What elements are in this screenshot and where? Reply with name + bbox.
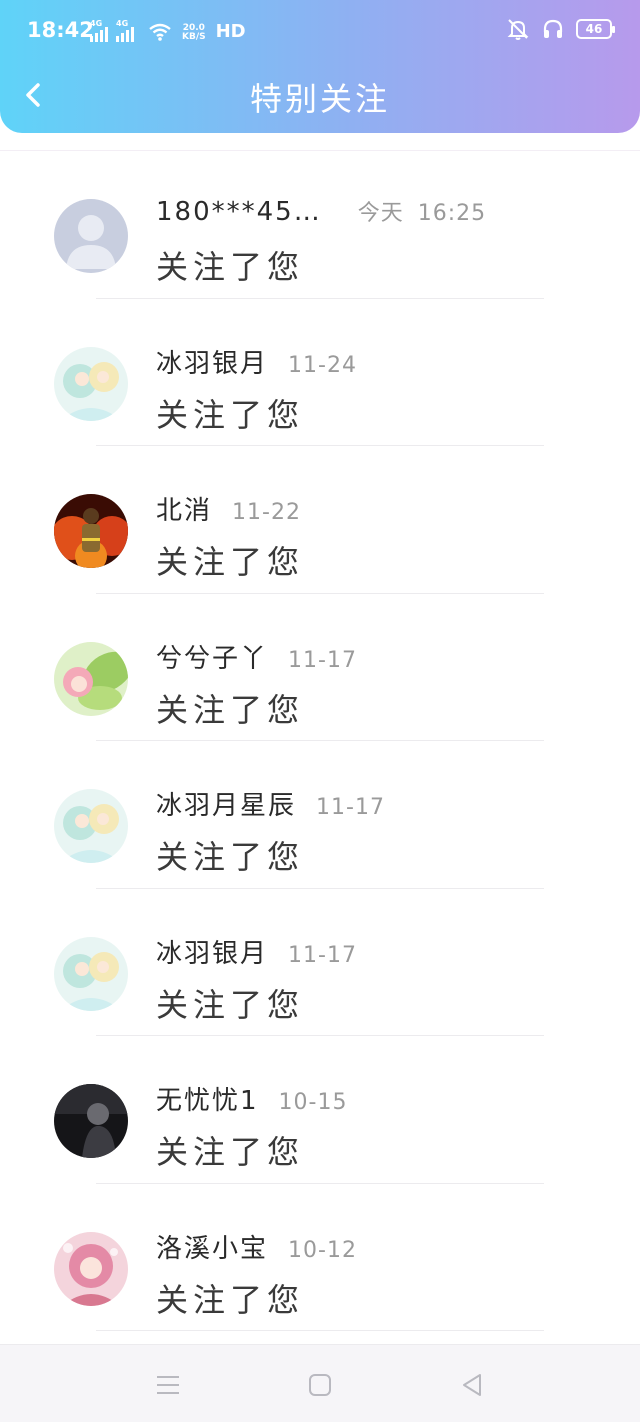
user-name[interactable]: 北消 (156, 490, 212, 527)
user-name[interactable]: 洛溪小宝 (156, 1228, 268, 1265)
name-line: 无忧忧1 10-15 (156, 1080, 347, 1117)
name-line: 兮兮子丫 11-17 (156, 638, 357, 675)
notification-action: 关注了您 (156, 985, 305, 1024)
user-name[interactable]: 无忧忧1 (156, 1080, 259, 1117)
network-status: 4G 4G 20.0 KB/S HD (90, 19, 246, 42)
header-bar: 18:42 4G 4G 20.0 KB/S HD 46 特别关注 (0, 0, 640, 133)
notification-action: 关注了您 (156, 248, 305, 286)
notification-date: 11-24 (288, 352, 357, 378)
page-title: 特别关注 (249, 80, 390, 118)
status-time: 18:42 (27, 18, 94, 42)
signal-icon: 4G (90, 19, 108, 42)
name-line: 北消 11-22 (156, 490, 301, 527)
status-bar: 18:42 4G 4G 20.0 KB/S HD 46 (0, 0, 640, 64)
notification-action: 关注了您 (156, 838, 305, 876)
user-name[interactable]: 冰羽银月 (156, 343, 268, 380)
headphones-icon (543, 19, 563, 38)
notification-date: 11-17 (288, 647, 357, 673)
name-line: 180***45… 今天 16:25 (156, 195, 486, 227)
notification-date: 10-12 (288, 1237, 357, 1263)
avatar[interactable] (54, 1084, 128, 1158)
notification-date: 11-17 (316, 795, 385, 820)
notification-action: 关注了您 (156, 543, 305, 581)
notification-action: 关注了您 (156, 395, 305, 434)
signal-icon: 4G (116, 19, 134, 42)
hd-label: HD (215, 21, 246, 42)
notification-row[interactable]: 180***45… 今天 16:25 关注了您 (0, 151, 640, 299)
row-divider (96, 1330, 544, 1331)
name-line: 洛溪小宝 10-12 (156, 1228, 357, 1265)
notification-action: 关注了您 (156, 1133, 305, 1171)
avatar[interactable] (54, 789, 128, 863)
menu-icon[interactable] (154, 1371, 182, 1399)
name-line: 冰羽银月 11-17 (156, 933, 357, 970)
user-name[interactable]: 兮兮子丫 (156, 638, 268, 675)
network-type-2: 4G (116, 19, 129, 28)
avatar[interactable] (54, 1231, 128, 1306)
notification-date: 10-15 (278, 1090, 348, 1115)
notification-row[interactable]: 洛溪小宝 10-12 关注了您 (0, 1184, 640, 1331)
avatar[interactable] (54, 346, 128, 421)
user-name[interactable]: 冰羽月星辰 (156, 785, 296, 822)
notification-row[interactable]: 冰羽银月 11-17 关注了您 (0, 889, 640, 1036)
notification-list: 180***45… 今天 16:25 关注了您 冰羽银月 11-24 关注了您 北消 11-22… (0, 150, 640, 1331)
notification-row[interactable]: 冰羽月星辰 11-17 关注了您 (0, 741, 640, 889)
status-right: 46 (506, 18, 615, 40)
mute-bell-icon (507, 19, 529, 40)
speed-unit: KB/S (182, 32, 206, 42)
user-name[interactable]: 冰羽银月 (156, 933, 268, 970)
notification-date-day: 今天 (357, 201, 404, 226)
notification-row[interactable]: 兮兮子丫 11-17 关注了您 (0, 594, 640, 741)
notification-date: 16:25 (417, 201, 487, 226)
name-line: 冰羽月星辰 11-17 (156, 785, 385, 822)
avatar[interactable] (54, 936, 128, 1011)
home-icon[interactable] (306, 1371, 334, 1399)
avatar[interactable] (54, 199, 128, 273)
avatar[interactable] (54, 494, 128, 568)
notification-date: 11-17 (288, 942, 357, 968)
network-type-1: 4G (90, 19, 103, 28)
battery-icon: 46 (576, 19, 615, 39)
back-triangle-icon[interactable] (458, 1371, 486, 1399)
notification-action: 关注了您 (156, 690, 305, 729)
wifi-icon (149, 23, 171, 41)
system-nav-bar (0, 1344, 640, 1422)
notification-action: 关注了您 (156, 1280, 305, 1319)
name-line: 冰羽银月 11-24 (156, 343, 357, 380)
avatar[interactable] (54, 641, 128, 716)
notification-row[interactable]: 无忧忧1 10-15 关注了您 (0, 1036, 640, 1184)
network-speed: 20.0 KB/S (182, 24, 206, 42)
notification-row[interactable]: 冰羽银月 11-24 关注了您 (0, 299, 640, 446)
notification-date: 11-22 (232, 500, 301, 525)
user-name[interactable]: 180***45… (156, 197, 322, 227)
notification-row[interactable]: 北消 11-22 关注了您 (0, 446, 640, 594)
